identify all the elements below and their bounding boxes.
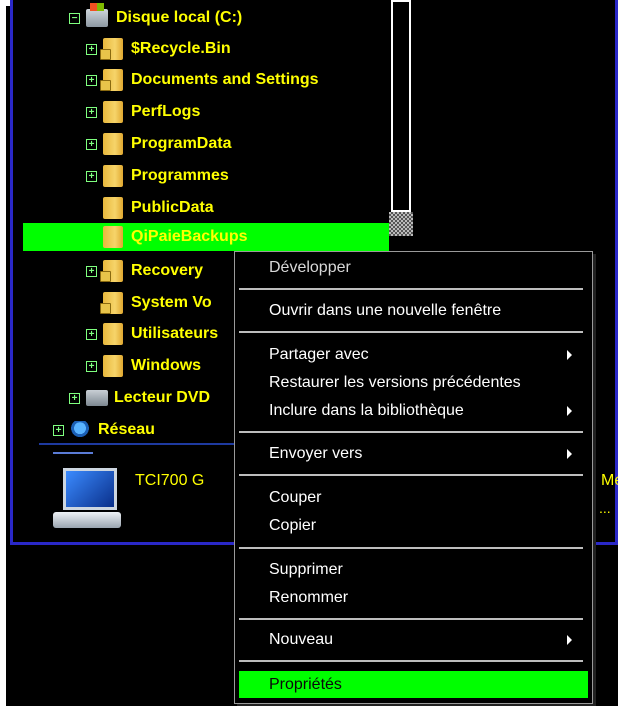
expand-icon[interactable]: + bbox=[86, 106, 97, 118]
expand-icon[interactable]: + bbox=[86, 74, 97, 86]
tree-item-system-volume[interactable]: System Vo bbox=[86, 289, 212, 317]
submenu-arrow-icon bbox=[567, 635, 572, 645]
submenu-arrow-icon bbox=[567, 449, 572, 459]
tree-item-label: Réseau bbox=[98, 421, 155, 438]
menu-separator bbox=[239, 288, 583, 290]
submenu-arrow-icon bbox=[567, 350, 572, 360]
menu-item-label: Partager avec bbox=[269, 346, 369, 363]
scrollbar-grip[interactable] bbox=[389, 212, 413, 236]
dvd-drive-icon bbox=[86, 390, 108, 406]
tree-item-local-disk[interactable]: − Disque local (C:) bbox=[69, 3, 243, 32]
menu-item-label: Renommer bbox=[269, 589, 349, 606]
folder-icon bbox=[103, 133, 123, 155]
tree-item-programmes[interactable]: + Programmes bbox=[86, 162, 229, 190]
tree-item-recycle-bin[interactable]: + $Recycle.Bin bbox=[86, 35, 231, 63]
folder-icon bbox=[103, 226, 123, 248]
scrollbar-thumb[interactable] bbox=[391, 0, 411, 212]
tree-item-perflogs[interactable]: + PerfLogs bbox=[86, 98, 200, 126]
menu-item-label: Couper bbox=[269, 489, 322, 506]
menu-item-cut[interactable]: Couper bbox=[239, 484, 588, 511]
tree-item-label: Programmes bbox=[131, 167, 229, 184]
folder-icon bbox=[103, 101, 123, 123]
menu-item-developper[interactable]: Développer bbox=[239, 254, 588, 281]
tree-item-windows[interactable]: + Windows bbox=[86, 352, 201, 380]
bottom-left-edge bbox=[0, 545, 6, 706]
tree-item-recovery[interactable]: + Recovery bbox=[86, 257, 203, 285]
menu-item-delete[interactable]: Supprimer bbox=[239, 556, 588, 583]
menu-item-send-to[interactable]: Envoyer vers bbox=[239, 440, 588, 467]
expand-icon[interactable]: + bbox=[86, 328, 97, 340]
monitor-screen bbox=[63, 468, 117, 510]
tree-item-label: $Recycle.Bin bbox=[131, 40, 231, 57]
menu-item-label: Supprimer bbox=[269, 561, 343, 578]
tree-item-label: System Vo bbox=[131, 294, 212, 311]
computer-name: TCI700 G bbox=[135, 472, 205, 489]
locked-folder-icon bbox=[100, 69, 123, 91]
menu-item-copy[interactable]: Copier bbox=[239, 512, 588, 539]
locked-folder-icon bbox=[100, 38, 123, 60]
folder-icon bbox=[103, 165, 123, 187]
tree-item-documents-and-settings[interactable]: + Documents and Settings bbox=[86, 66, 319, 94]
computer-base bbox=[53, 512, 121, 528]
tree-item-label: Lecteur DVD bbox=[114, 389, 211, 406]
tree-item-label: Utilisateurs bbox=[131, 325, 219, 342]
expand-icon[interactable]: + bbox=[86, 360, 97, 372]
menu-separator bbox=[239, 331, 583, 333]
menu-separator bbox=[239, 474, 583, 476]
tree-item-label: Windows bbox=[131, 357, 202, 374]
folder-icon bbox=[103, 197, 123, 219]
folder-icon bbox=[103, 355, 123, 377]
tree-item-label: Documents and Settings bbox=[131, 71, 319, 88]
collapse-icon[interactable]: − bbox=[69, 12, 80, 24]
expand-icon[interactable]: + bbox=[86, 138, 97, 150]
tree-item-label: PerfLogs bbox=[131, 103, 201, 120]
menu-item-label: Nouveau bbox=[269, 631, 334, 648]
locked-folder-icon bbox=[100, 292, 123, 314]
context-menu: Développer Ouvrir dans une nouvelle fenê… bbox=[234, 251, 593, 704]
expand-icon[interactable]: + bbox=[86, 170, 97, 182]
expand-icon[interactable]: + bbox=[53, 424, 64, 436]
menu-item-label: Ouvrir dans une nouvelle fenêtre bbox=[269, 302, 502, 319]
menu-item-restore-previous-versions[interactable]: Restaurer les versions précédentes bbox=[239, 369, 588, 396]
tree-item-utilisateurs[interactable]: + Utilisateurs bbox=[86, 320, 218, 348]
menu-separator bbox=[239, 618, 583, 620]
menu-item-properties[interactable]: Propriétés bbox=[239, 671, 588, 698]
tree-item-network[interactable]: + Réseau bbox=[53, 416, 155, 444]
details-right-dots: ... bbox=[599, 500, 611, 516]
expand-icon[interactable]: + bbox=[86, 265, 97, 277]
menu-item-include-in-library[interactable]: Inclure dans la bibliothèque bbox=[239, 397, 588, 424]
menu-separator bbox=[239, 431, 583, 433]
tree-item-label: Recovery bbox=[131, 262, 204, 279]
details-right-label: Me bbox=[601, 472, 618, 489]
tree-item-label: ProgramData bbox=[131, 135, 232, 152]
menu-item-label: Inclure dans la bibliothèque bbox=[269, 402, 464, 419]
menu-item-label: Propriétés bbox=[269, 676, 342, 693]
locked-folder-icon bbox=[100, 260, 123, 282]
tree-item-label: PublicData bbox=[131, 199, 214, 216]
network-icon bbox=[70, 421, 90, 439]
folder-icon bbox=[103, 323, 123, 345]
menu-item-label: Copier bbox=[269, 517, 317, 534]
menu-separator bbox=[239, 547, 583, 549]
menu-item-open-new-window[interactable]: Ouvrir dans une nouvelle fenêtre bbox=[239, 297, 588, 324]
tree-item-dvd-drive[interactable]: + Lecteur DVD bbox=[69, 384, 210, 412]
tree-item-qipaiebackups[interactable]: QiPaieBackups bbox=[23, 223, 389, 251]
details-divider bbox=[53, 452, 93, 454]
menu-item-new[interactable]: Nouveau bbox=[239, 626, 588, 653]
computer-icon bbox=[49, 468, 121, 530]
menu-item-label: Envoyer vers bbox=[269, 445, 363, 462]
expand-icon[interactable]: + bbox=[69, 392, 80, 404]
tree-item-label: QiPaieBackups bbox=[131, 228, 248, 245]
expand-icon[interactable]: + bbox=[86, 43, 97, 55]
menu-separator bbox=[239, 660, 583, 662]
submenu-arrow-icon bbox=[567, 406, 572, 416]
tree-item-programdata[interactable]: + ProgramData bbox=[86, 130, 231, 158]
menu-item-label: Restaurer les versions précédentes bbox=[269, 374, 521, 391]
local-disk-icon bbox=[86, 3, 108, 27]
menu-item-rename[interactable]: Renommer bbox=[239, 584, 588, 611]
menu-item-share-with[interactable]: Partager avec bbox=[239, 341, 588, 368]
tree-item-publicdata[interactable]: PublicData bbox=[86, 194, 214, 222]
tree-item-label: Disque local (C:) bbox=[116, 9, 243, 26]
menu-item-label: Développer bbox=[269, 259, 351, 276]
